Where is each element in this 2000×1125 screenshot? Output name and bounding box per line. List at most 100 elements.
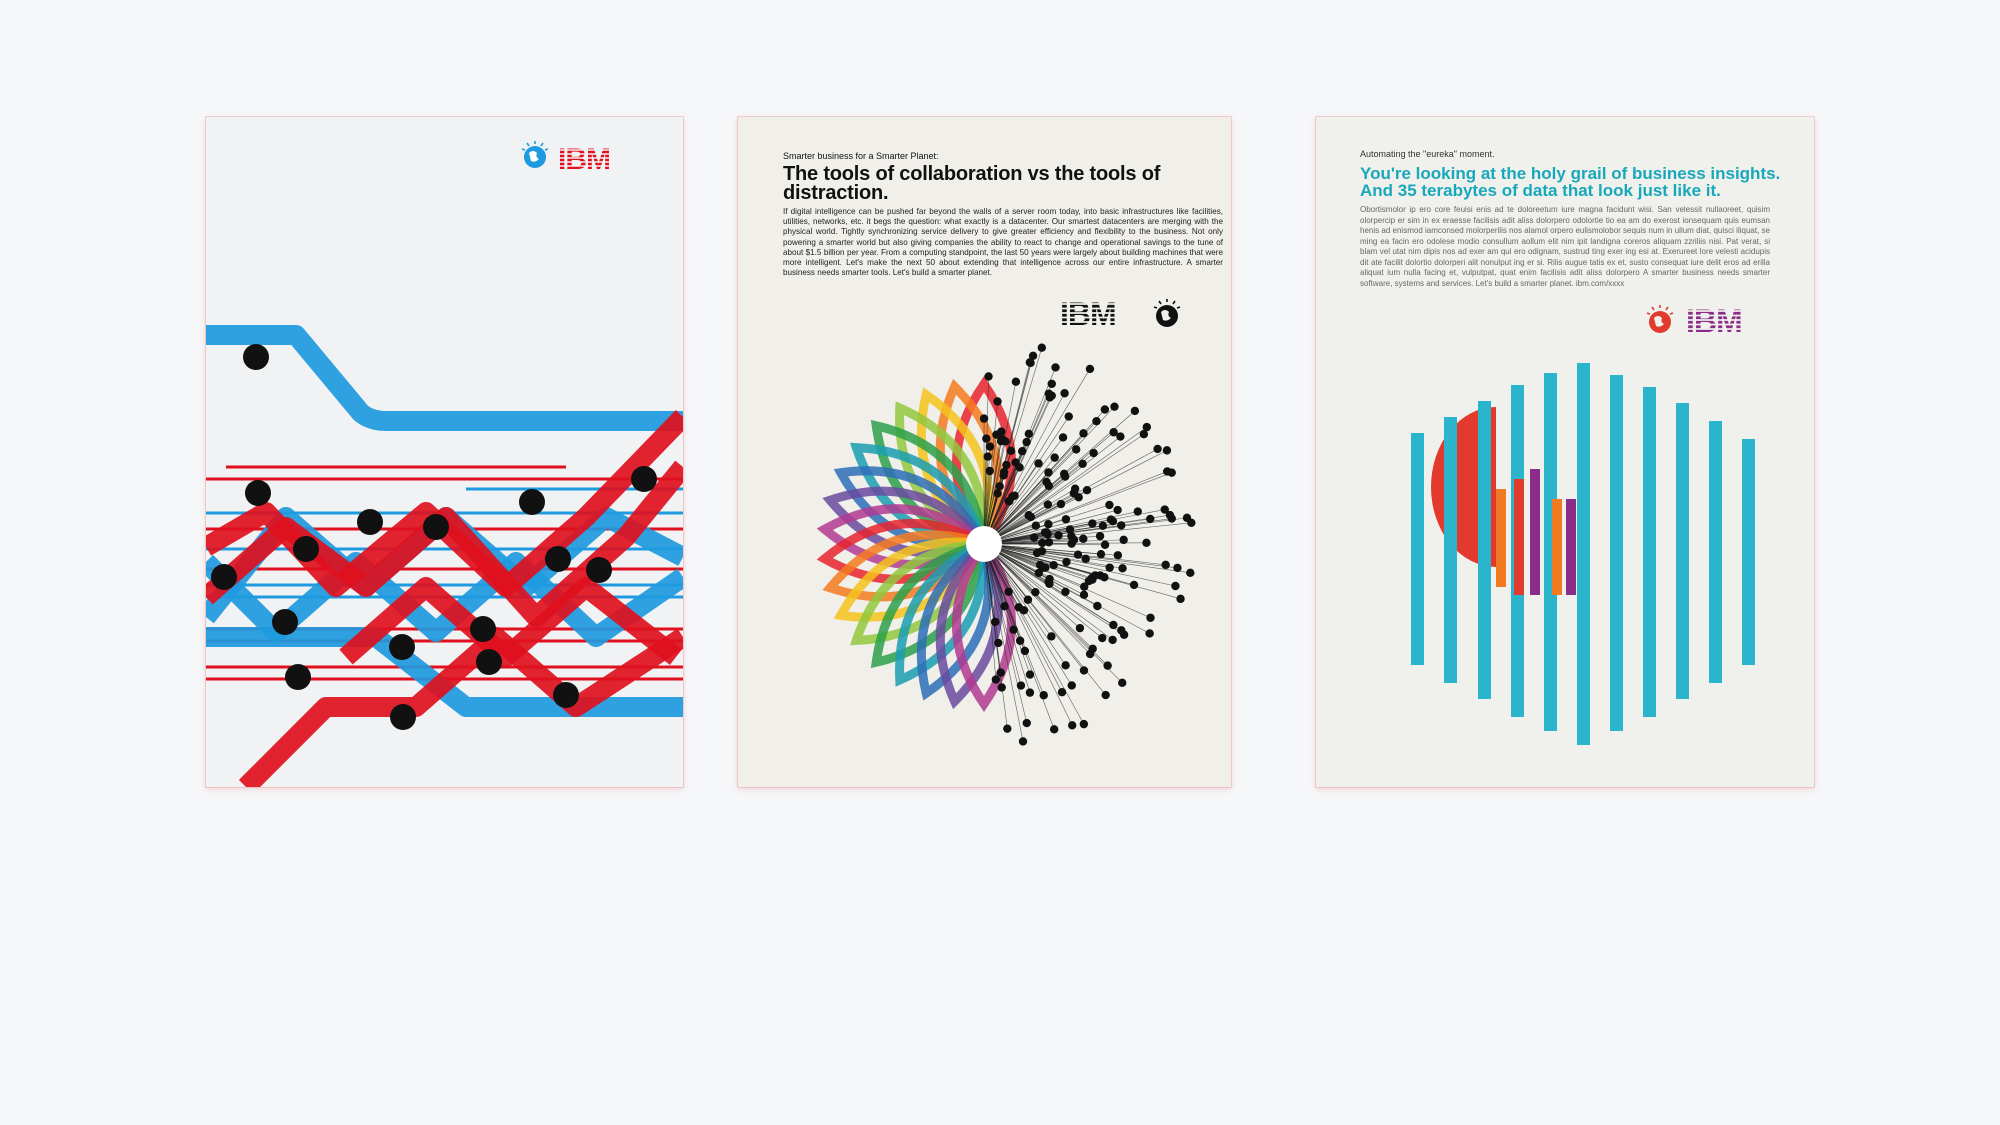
node-dot xyxy=(1069,489,1079,498)
dot xyxy=(519,489,545,515)
ribbon xyxy=(206,325,683,431)
dot xyxy=(272,609,298,635)
node-dot xyxy=(1105,500,1114,510)
node-dot xyxy=(1171,581,1180,591)
ribbons-artwork xyxy=(206,325,683,787)
node-dot xyxy=(1005,497,1014,506)
node-dot xyxy=(1081,554,1090,564)
node-dot xyxy=(1088,644,1097,653)
node-dot xyxy=(1061,587,1070,597)
node-dot xyxy=(1129,580,1139,590)
poster-ibm-collaboration[interactable]: Smarter business for a Smarter Planet: T… xyxy=(738,117,1231,787)
node-dot xyxy=(1067,681,1076,690)
node-dot xyxy=(982,434,991,443)
data-bar xyxy=(1742,439,1755,665)
dot xyxy=(245,480,271,506)
node-dot xyxy=(1061,515,1071,524)
node-dot xyxy=(1024,429,1034,438)
node-dot xyxy=(994,638,1003,648)
dot xyxy=(423,514,449,540)
node-dot xyxy=(1165,510,1175,520)
data-bar xyxy=(1444,417,1457,683)
node-dot xyxy=(1100,540,1110,550)
node-dot xyxy=(996,668,1005,677)
node-dot xyxy=(1037,547,1047,556)
node-dot xyxy=(1009,625,1018,634)
node-dot xyxy=(1043,500,1053,509)
node-dot xyxy=(1022,718,1031,728)
inner-bar xyxy=(1566,499,1576,595)
node-dot xyxy=(1011,377,1021,386)
node-dot xyxy=(1015,636,1025,645)
node-dot xyxy=(1103,661,1112,670)
node-dot xyxy=(1085,364,1095,374)
node-dot xyxy=(1044,468,1053,477)
node-dot xyxy=(1078,459,1087,469)
node-dot xyxy=(1079,590,1089,600)
data-bar xyxy=(1411,433,1424,665)
node-dot xyxy=(1101,690,1110,700)
dot xyxy=(243,344,269,370)
node-dot xyxy=(1142,422,1152,432)
node-dot xyxy=(1016,681,1026,690)
node-dot xyxy=(1025,688,1035,697)
node-dot xyxy=(1133,507,1142,516)
node-dot xyxy=(1015,463,1024,472)
poster-ibm-eureka[interactable]: Automating the "eureka" moment. You're l… xyxy=(1316,117,1814,787)
node-dot xyxy=(1062,557,1071,567)
node-dot xyxy=(1039,691,1048,700)
node-dot xyxy=(1098,521,1108,531)
node-dot xyxy=(1176,594,1185,604)
dot xyxy=(285,664,311,690)
node-dot xyxy=(1060,389,1069,398)
node-dot xyxy=(1093,601,1102,611)
flower-artwork xyxy=(816,343,1196,746)
node-dot xyxy=(1145,629,1154,638)
node-dot xyxy=(1187,518,1196,528)
node-dot xyxy=(1047,379,1056,389)
node-dot xyxy=(1118,564,1127,573)
dot xyxy=(470,616,496,642)
data-bar xyxy=(1709,421,1722,683)
poster-ibm-ribbons[interactable]: IBM xyxy=(206,117,683,787)
node-dot xyxy=(1080,582,1089,591)
node-dot xyxy=(1186,568,1195,578)
node-dot xyxy=(985,466,994,476)
node-dot xyxy=(999,471,1008,480)
node-dot xyxy=(1047,632,1056,641)
node-dot xyxy=(1064,412,1073,421)
node-dot xyxy=(1075,623,1085,633)
node-dot xyxy=(1037,343,1047,352)
node-dot xyxy=(1146,613,1155,622)
inner-bar xyxy=(1530,469,1540,595)
node-dot xyxy=(1017,447,1027,456)
node-dot xyxy=(1100,573,1109,582)
node-dot xyxy=(1109,428,1118,437)
dot xyxy=(390,704,416,730)
node-dot xyxy=(985,442,995,451)
node-dot xyxy=(1117,626,1126,635)
node-dot xyxy=(1082,486,1092,495)
inner-bar xyxy=(1552,499,1562,595)
node-dot xyxy=(997,683,1006,692)
node-dot xyxy=(1050,453,1059,462)
dot xyxy=(211,564,237,590)
node-dot xyxy=(1061,661,1070,670)
node-dot xyxy=(1092,416,1101,426)
data-bar xyxy=(1643,387,1656,717)
dot xyxy=(476,649,502,675)
node-dot xyxy=(979,414,989,423)
node-dot xyxy=(1106,515,1116,524)
node-dot xyxy=(1026,512,1036,522)
node-dot xyxy=(1045,393,1054,402)
node-dot xyxy=(1049,725,1059,734)
node-dot xyxy=(1044,538,1054,547)
node-dot xyxy=(1031,521,1041,530)
node-dot xyxy=(1119,535,1128,545)
node-dot xyxy=(1025,358,1035,367)
node-dot xyxy=(1073,550,1083,559)
data-bar xyxy=(1577,363,1590,745)
dot xyxy=(545,546,571,572)
node-dot xyxy=(1095,531,1105,541)
node-dot xyxy=(1079,666,1089,675)
